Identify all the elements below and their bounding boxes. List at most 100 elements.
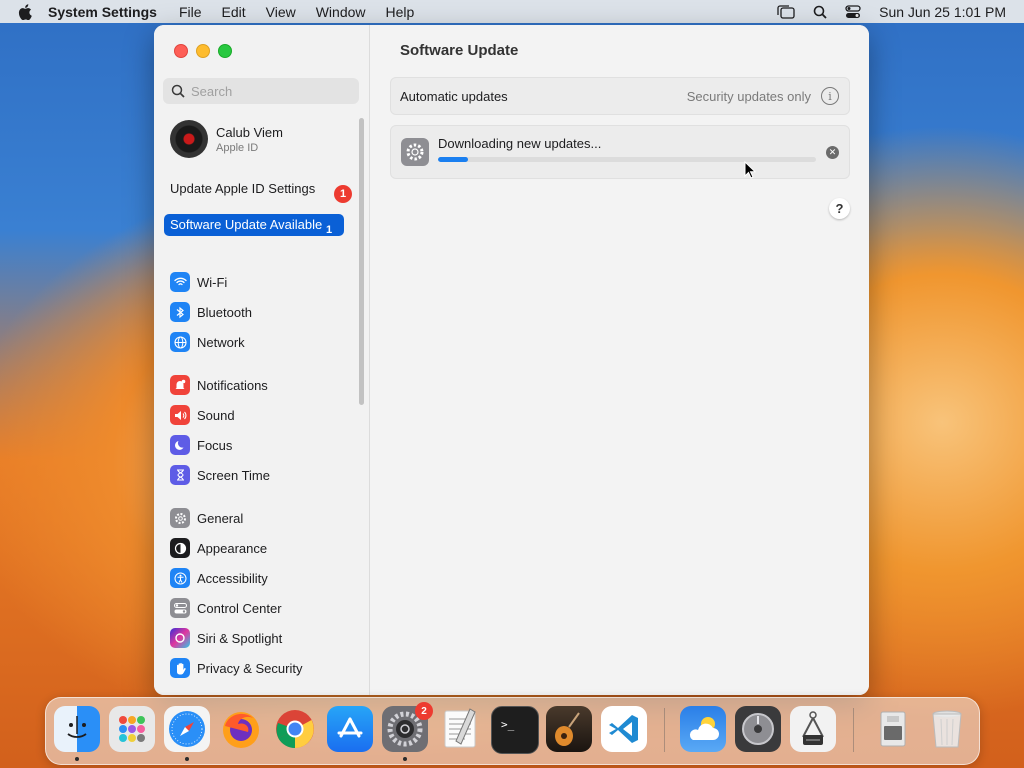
appearance-icon [170,538,190,558]
dock-system-information[interactable] [790,706,836,752]
sidebar-item-control-center[interactable]: Control Center [170,597,282,619]
dock-weather[interactable] [680,706,726,752]
dock-notification-badge: 2 [415,702,433,720]
menu-file[interactable]: File [179,4,202,20]
downloads-stack-icon [880,711,906,747]
dock-downloads[interactable] [870,706,916,752]
help-button[interactable]: ? [829,198,850,219]
control-center-menu-icon[interactable] [845,4,861,19]
accessibility-icon [170,568,190,588]
sidebar-item-notifications[interactable]: Notifications [170,374,268,396]
sidebar-item-label: Notifications [197,377,268,393]
dock-app-store[interactable] [327,706,373,752]
dock: 2 >_ [45,697,980,765]
notice-label: Software Update Available [170,217,323,232]
app-store-icon [337,717,363,738]
menu-view[interactable]: View [266,4,296,20]
search-icon [171,84,185,98]
network-icon [170,332,190,352]
sidebar-item-siri-spotlight[interactable]: Siri & Spotlight [170,627,282,649]
sidebar-item-screen-time[interactable]: Screen Time [170,464,270,486]
dock-textedit[interactable] [437,706,483,752]
notification-badge: 1 [325,224,333,236]
menu-clock[interactable]: Sun Jun 25 1:01 PM [879,4,1006,20]
apple-menu-icon[interactable] [16,3,34,21]
apple-id-account[interactable]: Calub Viem Apple ID [170,120,283,158]
cancel-download-button[interactable]: ✕ [826,146,839,159]
sidebar-item-label: Privacy & Security [197,660,303,676]
finder-icon [67,716,87,738]
minimize-button[interactable] [196,44,210,58]
close-button[interactable] [174,44,188,58]
sidebar-item-privacy-security[interactable]: Privacy & Security [170,657,302,679]
automatic-updates-value: Security updates only [686,88,811,104]
menu-window[interactable]: Window [316,4,366,20]
dock-safari[interactable] [164,706,210,752]
system-information-icon [802,711,824,745]
sidebar-item-focus[interactable]: Focus [170,434,232,456]
gear-icon [170,508,190,528]
sidebar-item-label: Appearance [197,540,268,556]
guitar-icon [555,712,580,746]
svg-text:>_: >_ [501,718,515,731]
dock-launchpad[interactable] [109,706,155,752]
update-apple-id-settings[interactable]: Update Apple ID Settings 1 [164,178,352,203]
dock-disk-utility[interactable] [735,706,781,752]
sidebar-item-bluetooth[interactable]: Bluetooth [170,301,252,323]
notification-badge: 1 [334,185,352,203]
siri-icon [170,628,190,648]
main-content: Software Update Automatic updates Securi… [370,25,869,695]
safari-icon [169,711,205,747]
dock-finder[interactable] [54,706,100,752]
menu-bar: System Settings File Edit View Window He… [0,0,1024,23]
zoom-button[interactable] [218,44,232,58]
dock-trash[interactable] [924,706,970,752]
software-update-available[interactable]: Software Update Available 1 [164,214,344,236]
sidebar-item-label: Screen Time [197,467,270,483]
mouse-cursor-icon [744,161,756,179]
dock-chrome[interactable] [272,706,318,752]
account-subtitle: Apple ID [216,141,259,154]
sidebar-item-sound[interactable]: Sound [170,404,235,426]
sidebar: Search Calub Viem Apple ID Update Apple … [154,25,370,695]
menu-help[interactable]: Help [386,4,415,20]
dock-separator [664,708,665,752]
vscode-icon [609,715,638,743]
window-controls [174,44,232,58]
sidebar-item-general[interactable]: General [170,507,243,529]
page-title: Software Update [400,42,519,59]
sidebar-item-accessibility[interactable]: Accessibility [170,567,268,589]
download-progress-panel: Downloading new updates... ✕ [390,125,850,179]
notice-label: Update Apple ID Settings [170,181,316,196]
sidebar-item-wifi[interactable]: Wi-Fi [170,271,227,293]
running-indicator [75,757,79,761]
download-progress-bar [438,157,816,162]
sidebar-item-network[interactable]: Network [170,331,245,353]
chrome-icon [276,710,314,749]
trash-icon [932,710,962,748]
search-field[interactable]: Search [163,78,359,104]
dock-vscode[interactable] [601,706,647,752]
notifications-icon [170,375,190,395]
textedit-icon [444,708,476,748]
automatic-updates-row: Automatic updates Security updates only … [390,77,850,115]
dock-garageband[interactable] [546,706,592,752]
menu-app-name[interactable]: System Settings [48,4,157,20]
dock-firefox[interactable] [218,706,264,752]
sidebar-item-label: Accessibility [197,570,268,586]
sidebar-item-label: Bluetooth [197,304,252,320]
menu-edit[interactable]: Edit [222,4,246,20]
sidebar-item-appearance[interactable]: Appearance [170,537,267,559]
sidebar-item-label: General [197,510,244,526]
sidebar-scrollbar[interactable] [359,118,364,405]
stage-manager-icon[interactable] [777,4,795,19]
dock-terminal[interactable]: >_ [491,706,539,754]
info-icon[interactable]: i [821,87,839,105]
running-indicator [403,757,407,761]
disk-utility-icon [742,713,774,745]
spotlight-search-icon[interactable] [813,5,827,19]
sidebar-item-label: Control Center [197,600,282,616]
sidebar-item-label: Wi-Fi [197,274,228,290]
sound-icon [170,405,190,425]
sidebar-item-label: Sound [197,407,235,423]
